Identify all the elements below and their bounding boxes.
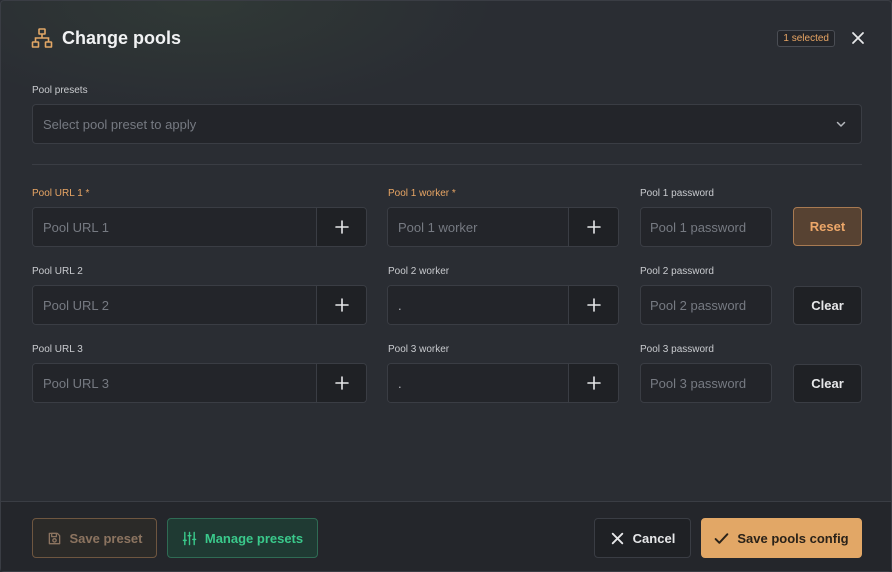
plus-icon bbox=[586, 376, 601, 390]
pool-url-2-group: Pool URL 2 bbox=[32, 285, 367, 325]
pool-1-worker-input[interactable]: Pool 1 worker bbox=[388, 208, 568, 246]
pool-url-1-group: Pool URL 1 bbox=[32, 207, 367, 247]
manage-presets-button[interactable]: Manage presets bbox=[167, 518, 318, 558]
pool-2-worker-input[interactable]: . bbox=[388, 286, 568, 324]
pool-url-2-input[interactable]: Pool URL 2 bbox=[33, 286, 316, 324]
pool-1-worker-group: Pool 1 worker bbox=[387, 207, 619, 247]
pool-url-1-add-button[interactable] bbox=[316, 208, 366, 246]
pool-3-worker-add-button[interactable] bbox=[568, 364, 618, 402]
plus-icon bbox=[334, 220, 349, 234]
cancel-button[interactable]: Cancel bbox=[594, 518, 691, 558]
pool-url-1-input[interactable]: Pool URL 1 bbox=[33, 208, 316, 246]
pool-1-worker-label: Pool 1 worker * bbox=[388, 188, 456, 199]
pool-url-3-label: Pool URL 3 bbox=[32, 344, 83, 355]
selected-badge: 1 selected bbox=[777, 29, 835, 47]
pool-3-worker-group: . bbox=[387, 363, 619, 403]
pool-3-clear-button[interactable]: Clear bbox=[793, 364, 862, 403]
save-config-label: Save pools config bbox=[737, 530, 849, 546]
pool-url-2-add-button[interactable] bbox=[316, 286, 366, 324]
manage-presets-label: Manage presets bbox=[204, 530, 304, 546]
pool-1-password-label: Pool 1 password bbox=[640, 188, 714, 199]
check-icon bbox=[715, 532, 729, 544]
pool-2-worker-label: Pool 2 worker bbox=[388, 266, 450, 277]
dialog-footer: Save preset Manage presets Cancel Save p… bbox=[1, 501, 891, 571]
section-divider bbox=[32, 164, 862, 165]
pool-2-password-label: Pool 2 password bbox=[640, 266, 714, 277]
pool-2-worker-group: . bbox=[387, 285, 619, 325]
pool-2-password-input[interactable]: Pool 2 password bbox=[640, 285, 772, 325]
pool-url-3-input[interactable]: Pool URL 3 bbox=[33, 364, 316, 402]
pool-1-worker-add-button[interactable] bbox=[568, 208, 618, 246]
cancel-label: Cancel bbox=[632, 530, 676, 546]
change-pools-dialog: Change pools 1 selected Pool presets Sel… bbox=[0, 0, 892, 572]
pool-3-worker-input[interactable]: . bbox=[388, 364, 568, 402]
pool-url-1-label: Pool URL 1 * bbox=[32, 188, 90, 199]
plus-icon bbox=[334, 298, 349, 312]
pool-3-password-label: Pool 3 password bbox=[640, 344, 714, 355]
sliders-icon bbox=[182, 531, 197, 545]
pool-1-password-input[interactable]: Pool 1 password bbox=[640, 207, 772, 247]
pool-url-3-add-button[interactable] bbox=[316, 364, 366, 402]
pool-2-worker-add-button[interactable] bbox=[568, 286, 618, 324]
x-icon bbox=[611, 532, 623, 544]
pool-3-worker-label: Pool 3 worker bbox=[388, 344, 450, 355]
plus-icon bbox=[334, 376, 349, 390]
pool-presets-label: Pool presets bbox=[32, 85, 88, 96]
save-pools-config-button[interactable]: Save pools config bbox=[701, 518, 862, 558]
floppy-icon bbox=[48, 532, 60, 544]
close-icon[interactable] bbox=[851, 31, 865, 45]
dialog-header: Change pools 1 selected bbox=[31, 25, 865, 51]
plus-icon bbox=[586, 298, 601, 312]
dialog-title: Change pools bbox=[62, 27, 182, 48]
pool-preset-placeholder: Select pool preset to apply bbox=[43, 116, 197, 132]
pool-url-3-group: Pool URL 3 bbox=[32, 363, 367, 403]
pool-preset-select[interactable]: Select pool preset to apply bbox=[32, 104, 862, 144]
pool-1-reset-button[interactable]: Reset bbox=[793, 207, 862, 246]
save-preset-button[interactable]: Save preset bbox=[32, 518, 157, 558]
chevron-down-icon bbox=[836, 121, 846, 127]
pool-url-2-label: Pool URL 2 bbox=[32, 266, 83, 277]
pool-2-clear-button[interactable]: Clear bbox=[793, 286, 862, 325]
save-preset-label: Save preset bbox=[69, 530, 143, 546]
network-icon bbox=[31, 28, 53, 48]
plus-icon bbox=[586, 220, 601, 234]
pool-3-password-input[interactable]: Pool 3 password bbox=[640, 363, 772, 403]
